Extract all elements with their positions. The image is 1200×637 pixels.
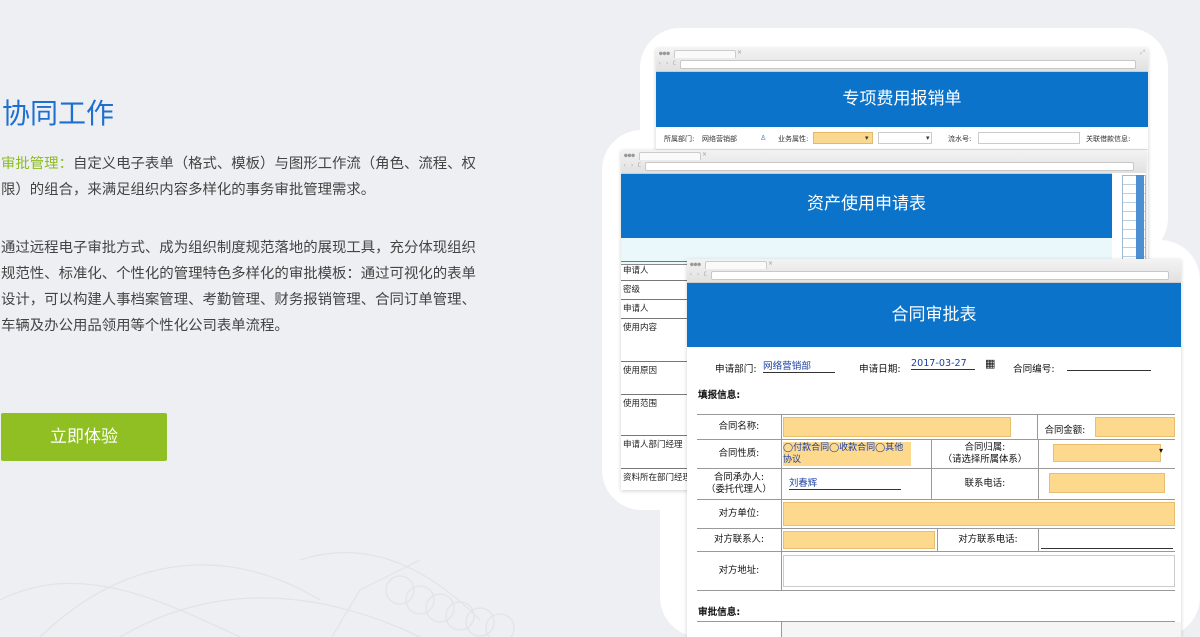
fill-info-heading: 填报信息: — [698, 390, 741, 401]
contract-owner-select[interactable] — [1053, 444, 1161, 462]
form-title: 合同审批表 — [687, 283, 1181, 347]
close-tab-icon[interactable]: × — [737, 49, 742, 56]
workflow-description: 通过远程电子审批方式、成为组织制度规范落地的展现工具，充分体现组织 规范性、标准… — [1, 240, 476, 334]
counterparty-label: 对方单位: — [697, 500, 782, 528]
contract-no-input[interactable] — [1067, 358, 1151, 371]
undertaker-value[interactable]: 刘春辉 — [789, 475, 901, 490]
approval-description: 审批管理：自定义电子表单（格式、模板）与图形工作流（角色、流程、权 限）的组合，… — [1, 151, 491, 203]
contract-owner-label: 合同归属: （请选择所属体系） — [931, 440, 1039, 468]
form-row-contract-nature: 合同性质: ◯付款合同◯收款合同◯其他协议 合同归属: （请选择所属体系） ▾ — [697, 440, 1175, 469]
user-picker-icon[interactable]: ♙ — [760, 134, 766, 142]
contract-owner-title: 合同归属: — [964, 442, 1006, 453]
approval-description-text: 自定义电子表单（格式、模板）与图形工作流（角色、流程、权 限）的组合，来满足组织… — [1, 156, 476, 198]
apply-dept-value[interactable]: 网络营销部 — [763, 358, 835, 373]
form-row-undertaker: 合同承办人: （委托代理人） 刘春辉 联系电话: — [697, 469, 1175, 500]
counterparty-contact-label: 对方联系人: — [697, 529, 782, 551]
browser-chrome: ●●● × ‹ › C ⤢ — [656, 48, 1148, 72]
dropdown-icon[interactable]: ▾ — [1159, 446, 1163, 468]
counterparty-phone-input[interactable] — [1041, 531, 1173, 549]
address-bar[interactable] — [711, 271, 1169, 280]
nav-arrows-icon[interactable]: ‹ › C — [658, 60, 676, 67]
approval-highlight: 审批管理： — [1, 156, 73, 172]
contract-header-row: 申请部门: 网络营销部 申请日期: 2017-03-27 ▦ 合同编号: — [687, 347, 1181, 381]
section-title: 协同工作 — [2, 97, 115, 130]
contract-nature-radios[interactable]: ◯付款合同◯收款合同◯其他协议 — [783, 442, 911, 466]
label-applicant: 申请人 — [621, 261, 689, 280]
contract-amount-input[interactable] — [1095, 417, 1175, 437]
label-security-level: 密级 — [621, 280, 689, 299]
apply-date-label: 申请日期: — [859, 364, 901, 375]
related-loan-label: 关联借款信息: — [1086, 135, 1131, 143]
scrollbar[interactable] — [1136, 175, 1144, 265]
nav-arrows-icon[interactable]: ‹ › C — [623, 162, 641, 169]
phone-input[interactable] — [1049, 473, 1165, 493]
label-dept-manager: 申请人部门经理 — [621, 435, 689, 468]
serial-input[interactable] — [978, 132, 1080, 144]
form-row-counterparty-contact: 对方联系人: 对方联系电话: — [697, 529, 1175, 552]
form-row-counterparty: 对方单位: — [697, 500, 1175, 529]
contract-name-label: 合同名称: — [697, 415, 782, 439]
close-tab-icon[interactable]: × — [702, 151, 707, 158]
contract-amount-label: 合同金额: — [1037, 415, 1092, 439]
contract-no-label: 合同编号: — [1013, 364, 1055, 375]
serial-label: 流水号: — [948, 135, 972, 143]
expand-icon[interactable]: ⤢ — [1140, 49, 1145, 57]
dept-value: 网络营销部 — [702, 135, 737, 143]
undertaker-title: 合同承办人: — [713, 472, 765, 483]
address-bar[interactable] — [680, 60, 1136, 69]
contract-nature-label: 合同性质: — [697, 440, 782, 468]
contract-form-table: 合同名称: 合同金额: 合同性质: ◯付款合同◯收款合同◯其他协议 合同归属: … — [697, 414, 1175, 591]
nav-arrows-icon[interactable]: ‹ › C — [689, 271, 707, 278]
expense-field-row: 所属部门: 网络营销部 ♙ 业务属性: ▾ ▾ 流水号: 关联借款信息: — [656, 127, 1148, 150]
window-controls-icon: ●●● — [659, 50, 670, 57]
counterparty-address-input[interactable] — [783, 555, 1175, 587]
undertaker-label: 合同承办人: （委托代理人） — [697, 469, 782, 499]
biz-attr-sub-select[interactable] — [878, 132, 932, 144]
contract-name-input[interactable] — [783, 417, 1011, 437]
dropdown-icon[interactable]: ▾ — [865, 134, 869, 142]
phone-label: 联系电话: — [931, 469, 1039, 499]
form-row-contract-name: 合同名称: 合同金额: — [697, 415, 1175, 440]
biz-attr-select[interactable] — [813, 132, 873, 144]
approval-info-heading: 审批信息: — [698, 607, 741, 618]
label-data-dept-manager: 资料所在部门经理 — [621, 468, 689, 487]
form-title: 资产使用申请表 — [621, 174, 1112, 238]
apply-dept-label: 申请部门: — [715, 364, 757, 375]
browser-tab[interactable] — [639, 152, 701, 160]
calendar-icon[interactable]: ▦ — [985, 357, 995, 370]
form-row-counterparty-address: 对方地址: — [697, 552, 1175, 591]
label-usage-scope: 使用范围 — [621, 394, 689, 435]
counterparty-address-label: 对方地址: — [697, 552, 782, 590]
dept-label: 所属部门: — [664, 135, 695, 143]
contract-form-window: ●●● × ‹ › C 合同审批表 申请部门: 网络营销部 申请日期: 2017… — [687, 259, 1181, 637]
approval-input[interactable] — [781, 622, 1181, 637]
close-tab-icon[interactable]: × — [768, 260, 773, 267]
counterparty-phone-label: 对方联系电话: — [937, 529, 1039, 551]
window-controls-icon: ●●● — [624, 152, 635, 159]
label-usage-reason: 使用原因 — [621, 361, 689, 394]
browser-tab[interactable] — [674, 50, 736, 58]
browser-tab[interactable] — [705, 261, 767, 269]
biz-attr-label: 业务属性: — [778, 135, 809, 143]
label-applicant-2: 申请人 — [621, 299, 689, 318]
browser-chrome: ●●● × ‹ › C — [621, 150, 1146, 174]
counterparty-input[interactable] — [783, 502, 1175, 526]
browser-chrome: ●●● × ‹ › C — [687, 259, 1181, 283]
label-usage-content: 使用内容 — [621, 318, 689, 361]
form-title: 专项费用报销单 — [656, 72, 1148, 127]
apply-date-value[interactable]: 2017-03-27 — [911, 358, 975, 370]
dropdown-icon-2[interactable]: ▾ — [926, 134, 930, 142]
try-now-button[interactable]: 立即体验 — [1, 413, 167, 461]
undertaker-sub: （委托代理人） — [706, 484, 772, 495]
counterparty-contact-input[interactable] — [783, 531, 935, 549]
window-controls-icon: ●●● — [690, 261, 701, 268]
asset-form-labels: 申请人 密级 申请人 使用内容 使用原因 使用范围 申请人部门经理 资料所在部门… — [621, 261, 689, 487]
contract-owner-hint: （请选择所属体系） — [942, 454, 1028, 465]
approval-row — [697, 621, 1181, 637]
address-bar[interactable] — [645, 162, 1134, 171]
